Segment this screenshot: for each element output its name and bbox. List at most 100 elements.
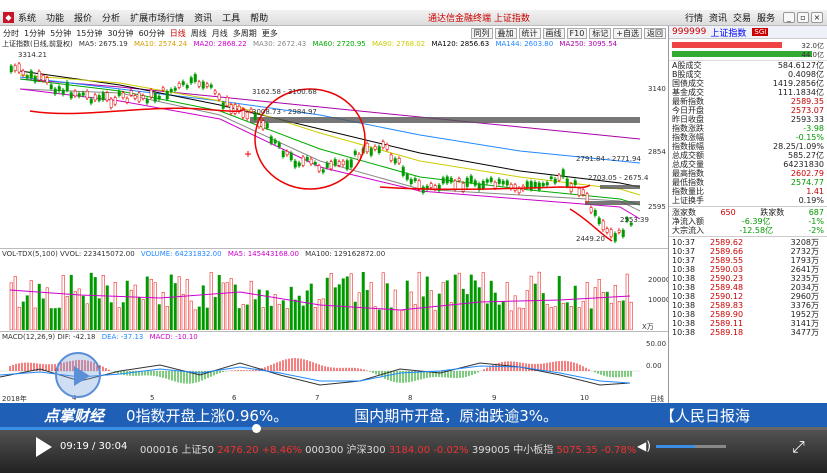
menu-service[interactable]: 服务	[757, 11, 775, 24]
candle	[41, 75, 45, 81]
tick-row[interactable]: 10:38 2589.48 2034万	[669, 283, 827, 292]
menu-news[interactable]: 资讯	[194, 11, 212, 24]
quote-row: 总成交量 64231830	[669, 160, 827, 169]
volume-bar	[397, 309, 401, 330]
close-icon[interactable]: ×	[811, 12, 823, 23]
toolbar-button[interactable]: 标记	[589, 27, 612, 39]
period-tab-active[interactable]: 日线	[170, 28, 186, 39]
news-item[interactable]: 国内期市开盘，原油跌逾3%。	[354, 405, 558, 426]
volume-bar	[229, 278, 233, 330]
volume-bar	[385, 283, 389, 330]
volume-bar	[621, 300, 625, 330]
volume-bar	[13, 276, 17, 330]
tick-price: 2589.18	[710, 328, 744, 337]
volume-bar	[237, 308, 241, 330]
quote-row: 今日开盘 2573.07	[669, 106, 827, 115]
macd-legend-item: MACD(12,26,9) DIF: -42.18	[2, 333, 96, 341]
fullscreen-icon[interactable]: ⤢	[792, 437, 805, 457]
period-tab[interactable]: 多周期	[233, 28, 257, 39]
volume-bar	[97, 298, 101, 330]
menu-system[interactable]: 系统	[18, 11, 36, 24]
play-icon[interactable]	[36, 437, 52, 457]
volume-bar	[153, 282, 157, 330]
volume-panel[interactable]: VOL-TDX(5,100) VVOL: 223415072.00 VOLUME…	[0, 250, 670, 332]
quote-row: 总成交额 585.27亿	[669, 151, 827, 160]
menu-function[interactable]: 功能	[46, 11, 64, 24]
toolbar-button[interactable]: F10	[566, 27, 588, 39]
volume-bar	[217, 275, 221, 330]
volume-bar	[137, 297, 141, 330]
volume-bar	[609, 302, 613, 330]
candle	[565, 178, 569, 187]
candle	[585, 193, 589, 202]
volume-bar	[341, 278, 345, 330]
quote-label: 指数量比	[672, 187, 704, 196]
menu-trade[interactable]: 交易	[733, 11, 751, 24]
toolbar-button[interactable]: +自选	[613, 27, 642, 39]
period-tab[interactable]: 60分钟	[139, 28, 165, 39]
news-item[interactable]: 0指数开盘上涨0.96%。	[126, 405, 288, 426]
volume-icon[interactable]: ◀)	[637, 439, 651, 453]
tick-row[interactable]: 10:37 2589.66 2732万	[669, 247, 827, 256]
volume-bar	[501, 301, 505, 330]
menu-info[interactable]: 资讯	[709, 11, 727, 24]
toolbar-button[interactable]: 叠加	[494, 27, 517, 39]
toolbar-button[interactable]: 统计	[518, 27, 541, 39]
ma-legend: 上证指数(日线,前复权) MA5: 2675.19 MA10: 2574.24 …	[2, 39, 666, 49]
candle	[393, 158, 397, 164]
menu-help[interactable]: 帮助	[250, 11, 268, 24]
video-progress-knob[interactable]	[252, 424, 262, 433]
candle	[157, 95, 161, 100]
volume-slider[interactable]	[656, 445, 726, 448]
index-ticker: 000016 上证50 2476.20 +8.46% 000300 沪深300 …	[140, 441, 636, 456]
quote-value: 0.4098亿	[788, 70, 824, 79]
menu-bar: ◆ 系统 功能 报价 分析 扩展市场行情 资讯 工具 帮助 通达信金融终端 上证…	[0, 10, 827, 26]
ticker-value: 3184.00 -0.02%	[388, 445, 469, 456]
volume-bar	[29, 280, 33, 330]
tick-row[interactable]: 10:38 2590.23 3235万	[669, 274, 827, 283]
tick-row[interactable]: 10:38 2589.18 3477万	[669, 328, 827, 337]
tick-row[interactable]: 10:37 2589.62 3208万	[669, 238, 827, 247]
minimize-icon[interactable]: _	[783, 12, 795, 23]
period-tab[interactable]: 月线	[212, 28, 228, 39]
candle	[457, 178, 461, 181]
volume-bar	[373, 306, 377, 330]
tick-list[interactable]: 10:37 2589.62 3208万 10:37 2589.66 2732万 10:37 2…	[669, 238, 827, 337]
menu-market[interactable]: 行情	[685, 11, 703, 24]
tick-row[interactable]: 10:38 2589.90 1952万	[669, 310, 827, 319]
tick-row[interactable]: 10:38 2589.11 3141万	[669, 319, 827, 328]
macd-legend: MACD(12,26,9) DIF: -42.18 DEA: -37.13 MA…	[2, 333, 202, 341]
price-annotation: 3008.73 - 2984.97	[252, 108, 317, 116]
news-item[interactable]: 【人民日报海	[660, 405, 750, 426]
volume-bar	[309, 283, 313, 330]
period-tab[interactable]: 1分钟	[24, 28, 45, 39]
candle	[173, 87, 177, 91]
period-tab-more[interactable]: 更多	[262, 28, 278, 39]
candle	[153, 93, 157, 102]
kline-chart[interactable]: 上证指数(日线,前复权) MA5: 2675.19 MA10: 2574.24 …	[0, 39, 668, 249]
window-title-symbol: 上证指数	[493, 14, 530, 24]
toolbar-button[interactable]: 返回	[644, 27, 666, 39]
menu-tools[interactable]: 工具	[222, 11, 240, 24]
period-tab[interactable]: 周线	[191, 28, 207, 39]
restore-icon[interactable]: ▫	[797, 12, 809, 23]
tick-row[interactable]: 10:38 2590.03 2641万	[669, 265, 827, 274]
menu-quote[interactable]: 报价	[74, 11, 92, 24]
menu-analysis[interactable]: 分析	[102, 11, 120, 24]
menu-ext-market[interactable]: 扩展市场行情	[130, 11, 184, 24]
tick-row[interactable]: 10:37 2589.55 1793万	[669, 256, 827, 265]
period-tab[interactable]: 30分钟	[107, 28, 133, 39]
candle	[365, 143, 369, 153]
tick-row[interactable]: 10:38 2589.83 3376万	[669, 301, 827, 310]
tick-row[interactable]: 10:38 2590.12 2960万	[669, 292, 827, 301]
toolbar-button[interactable]: 画线	[542, 27, 565, 39]
volume-bar	[241, 304, 245, 330]
candle	[29, 70, 33, 78]
volume-bar	[221, 282, 225, 330]
toolbar-button[interactable]: 同列	[470, 27, 493, 39]
period-tab[interactable]: 分时	[3, 28, 19, 39]
video-progress-bar[interactable]	[0, 424, 827, 433]
video-play-overlay-button[interactable]	[55, 352, 101, 398]
period-tab[interactable]: 5分钟	[50, 28, 71, 39]
period-tab[interactable]: 15分钟	[76, 28, 102, 39]
